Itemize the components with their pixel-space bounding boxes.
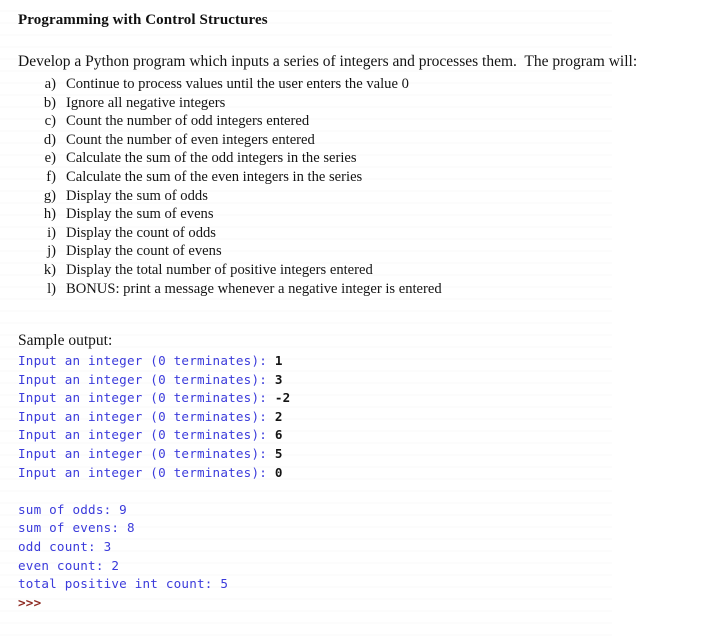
console-input-line: Input an integer (0 terminates): 0 <box>18 464 290 483</box>
console-prompt-text: Input an integer (0 terminates): <box>18 445 275 461</box>
console-output-block: Input an integer (0 terminates): 1 Input… <box>18 352 290 612</box>
intro-paragraph: Develop a Python program which inputs a … <box>18 52 638 70</box>
console-input-line: Input an integer (0 terminates): 1 <box>18 352 290 371</box>
console-results-block: sum of odds: 9 sum of evens: 8 odd count… <box>18 501 290 613</box>
list-item: e) Calculate the sum of the odd integers… <box>18 149 658 168</box>
list-item-marker: i) <box>47 224 56 241</box>
list-item-label: Display the count of evens <box>66 243 222 260</box>
list-item: g) Display the sum of odds <box>18 187 658 206</box>
requirements-list: a) Continue to process values until the … <box>18 75 658 298</box>
list-item-label: BONUS: print a message whenever a negati… <box>66 280 442 297</box>
console-input-line: Input an integer (0 terminates): 5 <box>18 445 290 464</box>
console-entered-value: 0 <box>274 464 283 480</box>
list-item: b) Ignore all negative integers <box>18 94 658 113</box>
list-item-marker: g) <box>43 187 56 204</box>
list-item-label: Count the number of odd integers entered <box>66 113 310 130</box>
console-prompt-text: Input an integer (0 terminates): <box>18 464 275 480</box>
list-item-label: Calculate the sum of the even integers i… <box>66 168 363 185</box>
console-prompt-text: Input an integer (0 terminates): <box>18 408 275 424</box>
list-item-label: Calculate the sum of the odd integers in… <box>66 150 357 167</box>
list-item-label: Display the sum of evens <box>66 206 214 223</box>
console-result-line: even count: 2 <box>18 557 120 573</box>
console-result-line: sum of odds: 9 <box>18 501 127 517</box>
sample-output-label: Sample output: <box>18 331 113 349</box>
console-prompt-text: Input an integer (0 terminates): <box>18 427 275 443</box>
console-entered-value: 3 <box>274 371 283 387</box>
console-entered-value: 6 <box>274 427 283 443</box>
list-item-marker: b) <box>43 94 56 111</box>
list-item: d) Count the number of even integers ent… <box>18 131 658 150</box>
list-item-label: Display the sum of odds <box>66 187 208 204</box>
console-input-line: Input an integer (0 terminates): 6 <box>18 426 290 445</box>
list-item-marker: d) <box>43 131 56 148</box>
list-item-marker: c) <box>44 113 56 130</box>
list-item-marker: a) <box>44 76 56 92</box>
console-prompt-text: Input an integer (0 terminates): <box>18 390 275 406</box>
list-item-marker: f) <box>46 168 56 185</box>
list-item-label: Ignore all negative integers <box>66 94 226 111</box>
list-item: i) Display the count of odds <box>18 224 658 243</box>
list-item: a) Continue to process values until the … <box>18 75 658 94</box>
list-item-marker: k) <box>43 261 56 278</box>
list-item: f) Calculate the sum of the even integer… <box>18 168 658 187</box>
console-entered-value: 1 <box>274 353 283 368</box>
list-item-marker: e) <box>44 150 56 167</box>
list-item: c) Count the number of odd integers ente… <box>18 112 658 131</box>
console-input-line: Input an integer (0 terminates): 2 <box>18 408 290 427</box>
console-entered-value: 5 <box>274 445 283 461</box>
list-item: j) Display the count of evens <box>18 242 658 261</box>
document-page: Programming with Control Structures Deve… <box>0 0 702 640</box>
page-title: Programming with Control Structures <box>18 12 268 29</box>
shell-prompt: >>> <box>18 594 42 610</box>
list-item: l) BONUS: print a message whenever a neg… <box>18 280 658 299</box>
list-item-label: Count the number of even integers entere… <box>66 131 315 148</box>
console-result-line: total positive int count: 5 <box>18 576 229 592</box>
console-result-line: sum of evens: 8 <box>18 520 135 536</box>
list-item-label: Continue to process values until the use… <box>66 76 409 92</box>
console-prompt-text: Input an integer (0 terminates): <box>18 353 275 368</box>
console-entered-value: -2 <box>274 390 291 406</box>
list-item-label: Display the count of odds <box>66 224 216 241</box>
console-entered-value: 2 <box>274 408 283 424</box>
console-prompt-text: Input an integer (0 terminates): <box>18 371 275 387</box>
list-item-marker: j) <box>47 243 56 260</box>
list-item-marker: l) <box>47 280 56 297</box>
list-item-marker: h) <box>43 206 56 223</box>
console-input-line: Input an integer (0 terminates): 3 <box>18 371 290 390</box>
list-item: h) Display the sum of evens <box>18 205 658 224</box>
console-result-line: odd count: 3 <box>18 538 112 554</box>
console-input-block: Input an integer (0 terminates): 1 Input… <box>18 352 290 482</box>
console-input-line: Input an integer (0 terminates): -2 <box>18 389 290 408</box>
list-item-label: Display the total number of positive int… <box>66 261 373 278</box>
list-item: k) Display the total number of positive … <box>18 261 658 280</box>
